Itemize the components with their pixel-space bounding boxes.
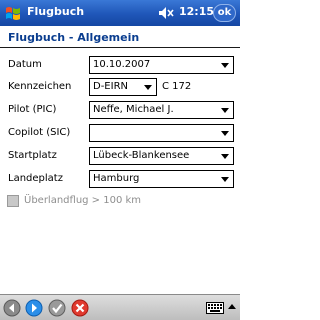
ok-button[interactable]: ok bbox=[213, 4, 236, 22]
keyboard-icon[interactable] bbox=[206, 302, 224, 314]
datum-value: 10.10.2007 bbox=[93, 59, 151, 70]
cancel-icon[interactable] bbox=[71, 299, 89, 317]
clock[interactable]: 12:15 bbox=[179, 5, 214, 18]
dropdown-arrow-icon bbox=[221, 108, 229, 113]
ok-check-icon[interactable] bbox=[48, 299, 66, 317]
startplatz-label: Startplatz bbox=[8, 150, 57, 161]
datum-dropdown[interactable]: 10.10.2007 bbox=[89, 56, 234, 74]
ueberlandflug-checkbox[interactable] bbox=[7, 195, 19, 207]
speaker-icon[interactable] bbox=[158, 6, 175, 20]
aircraft-type: C 172 bbox=[162, 81, 192, 92]
landeplatz-value: Hamburg bbox=[93, 173, 140, 184]
back-icon[interactable] bbox=[3, 299, 21, 317]
dropdown-arrow-icon bbox=[221, 131, 229, 136]
dropdown-arrow-icon bbox=[144, 85, 152, 90]
app-title: Flugbuch bbox=[27, 5, 85, 18]
header-divider bbox=[0, 47, 240, 48]
kennzeichen-value: D-EIRN bbox=[93, 81, 129, 92]
forward-icon[interactable] bbox=[25, 299, 43, 317]
pilot-value: Neffe, Michael J. bbox=[93, 104, 174, 115]
sip-menu-arrow-icon[interactable] bbox=[228, 304, 236, 309]
dropdown-arrow-icon bbox=[221, 63, 229, 68]
dropdown-arrow-icon bbox=[221, 177, 229, 182]
landeplatz-label: Landeplatz bbox=[8, 173, 63, 184]
title-bar: Flugbuch 12:15 ok bbox=[0, 0, 240, 26]
copilot-dropdown[interactable] bbox=[89, 124, 234, 142]
dropdown-arrow-icon bbox=[221, 154, 229, 159]
datum-label: Datum bbox=[8, 59, 42, 70]
page-title: Flugbuch - Allgemein bbox=[8, 31, 140, 44]
kennzeichen-dropdown[interactable]: D-EIRN bbox=[89, 78, 157, 96]
pilot-label: Pilot (PIC) bbox=[8, 104, 57, 115]
copilot-label: Copilot (SIC) bbox=[8, 127, 71, 138]
startplatz-value: Lübeck-Blankensee bbox=[93, 150, 190, 161]
command-bar bbox=[0, 294, 240, 320]
windows-flag-icon[interactable] bbox=[4, 4, 22, 22]
kennzeichen-label: Kennzeichen bbox=[8, 81, 72, 92]
ueberlandflug-label: Überlandflug > 100 km bbox=[24, 195, 142, 206]
pilot-dropdown[interactable]: Neffe, Michael J. bbox=[89, 101, 234, 119]
landeplatz-dropdown[interactable]: Hamburg bbox=[89, 170, 234, 188]
startplatz-dropdown[interactable]: Lübeck-Blankensee bbox=[89, 147, 234, 165]
